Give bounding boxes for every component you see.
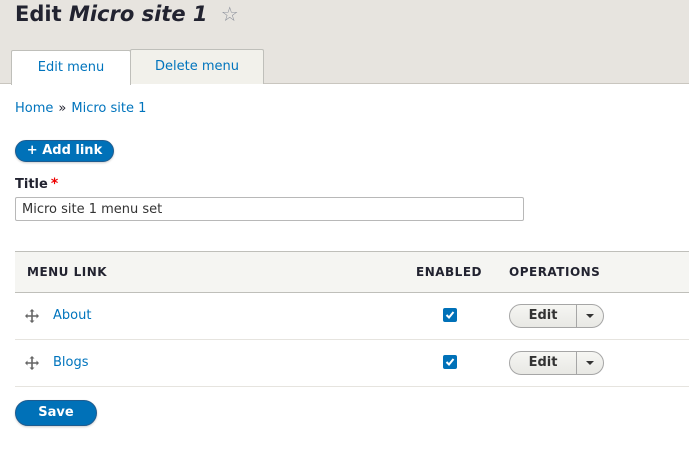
table-row: Blogs Edit — [15, 340, 689, 387]
edit-button[interactable]: Edit — [510, 352, 577, 374]
breadcrumb: Home » Micro site 1 — [15, 101, 146, 116]
column-header-operations: OPERATIONS — [509, 265, 601, 279]
menu-link-blogs[interactable]: Blogs — [53, 340, 89, 385]
menu-link-about[interactable]: About — [53, 293, 91, 338]
chevron-down-icon[interactable] — [577, 305, 603, 327]
required-marker: * — [50, 176, 59, 192]
chevron-down-icon[interactable] — [577, 352, 603, 374]
tab-edit-menu[interactable]: Edit menu — [11, 50, 131, 85]
breadcrumb-separator: » — [58, 101, 67, 116]
operations-dropbutton: Edit — [509, 304, 604, 328]
title-label-text: Title — [15, 177, 48, 192]
tab-bar: Edit menu Delete menu — [11, 49, 264, 85]
menu-links-table: MENU LINK ENABLED OPERATIONS About Edit … — [15, 251, 689, 387]
save-button[interactable]: Save — [15, 400, 97, 426]
page-title: Edit Micro site 1 ☆ — [15, 0, 239, 28]
tab-delete-menu[interactable]: Delete menu — [130, 49, 264, 84]
edit-button[interactable]: Edit — [510, 305, 577, 327]
enabled-checkbox[interactable] — [443, 355, 457, 369]
page-header: Edit Micro site 1 ☆ Edit menu Delete men… — [0, 0, 689, 85]
column-header-enabled: ENABLED — [416, 265, 482, 279]
title-field-label: Title * — [15, 176, 58, 192]
drag-handle-icon[interactable] — [25, 309, 39, 323]
breadcrumb-current-link[interactable]: Micro site 1 — [71, 101, 146, 116]
table-row: About Edit — [15, 293, 689, 340]
star-icon[interactable]: ☆ — [221, 0, 239, 28]
drag-handle-icon[interactable] — [25, 356, 39, 370]
operations-dropbutton: Edit — [509, 351, 604, 375]
title-input[interactable] — [15, 197, 524, 221]
enabled-checkbox[interactable] — [443, 308, 457, 322]
breadcrumb-home-link[interactable]: Home — [15, 101, 53, 116]
page-title-name: Micro site 1 — [68, 2, 208, 26]
page-title-prefix: Edit — [15, 2, 62, 26]
table-header-row: MENU LINK ENABLED OPERATIONS — [15, 251, 689, 293]
column-header-menu-link: MENU LINK — [27, 265, 108, 279]
add-link-button[interactable]: + Add link — [15, 140, 114, 162]
